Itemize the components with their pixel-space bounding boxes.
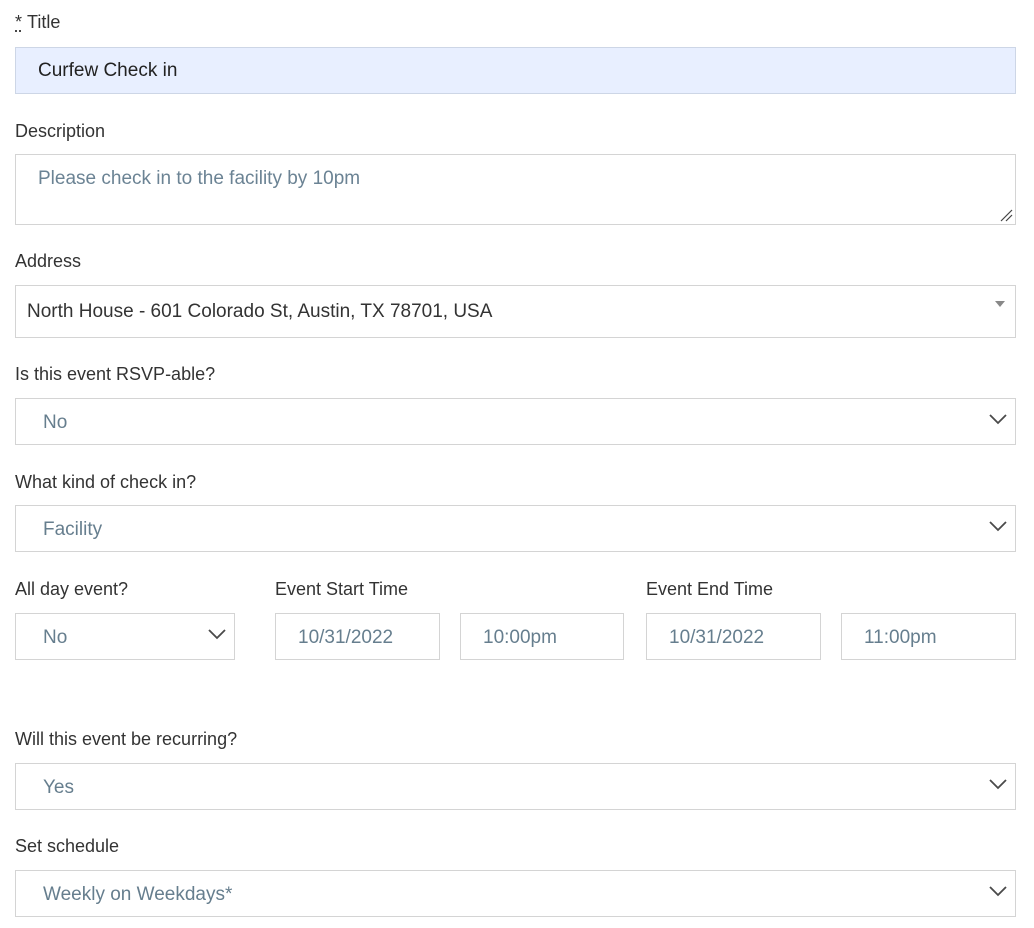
end-time-label: Event End Time (646, 579, 774, 599)
checkin-type-label: What kind of check in? (15, 472, 197, 492)
all-day-select[interactable]: No (15, 613, 235, 660)
rsvp-select[interactable]: No (15, 398, 1016, 445)
chevron-down-icon (208, 629, 226, 640)
start-time-input[interactable]: 10:00pm (460, 613, 624, 660)
rsvp-label: Is this event RSVP-able? (15, 364, 216, 384)
required-mark: * (15, 12, 23, 32)
recurring-value: Yes (43, 777, 74, 798)
checkin-type-value: Facility (43, 519, 103, 540)
title-input[interactable]: Curfew Check in (15, 47, 1016, 94)
end-time-input[interactable]: 11:00pm (841, 613, 1016, 660)
chevron-down-icon (989, 414, 1007, 425)
chevron-down-icon (989, 779, 1007, 790)
start-time-label: Event Start Time (275, 579, 409, 599)
end-date-value: 10/31/2022 (669, 627, 765, 648)
schedule-label: Set schedule (15, 836, 120, 856)
schedule-value: Weekly on Weekdays* (43, 884, 233, 905)
address-value: North House - 601 Colorado St, Austin, T… (27, 301, 493, 322)
caret-down-icon (995, 301, 1005, 307)
address-label: Address (15, 251, 82, 271)
all-day-value: No (43, 627, 68, 648)
description-value: Please check in to the facility by 10pm (38, 168, 361, 189)
chevron-down-icon (989, 886, 1007, 897)
start-time-value: 10:00pm (483, 627, 557, 648)
checkin-type-select[interactable]: Facility (15, 505, 1016, 552)
end-time-value: 11:00pm (864, 627, 937, 648)
resize-handle-icon[interactable] (999, 208, 1013, 222)
chevron-down-icon (989, 521, 1007, 532)
title-label: * Title (15, 12, 61, 32)
schedule-select[interactable]: Weekly on Weekdays* (15, 870, 1016, 917)
description-label: Description (15, 121, 106, 141)
start-date-input[interactable]: 10/31/2022 (275, 613, 440, 660)
address-select[interactable]: North House - 601 Colorado St, Austin, T… (15, 285, 1016, 338)
description-textarea[interactable]: Please check in to the facility by 10pm (15, 154, 1016, 225)
title-input-value: Curfew Check in (38, 60, 178, 81)
all-day-label: All day event? (15, 579, 129, 599)
recurring-select[interactable]: Yes (15, 763, 1016, 810)
rsvp-value: No (43, 412, 68, 433)
recurring-label: Will this event be recurring? (15, 729, 238, 749)
end-date-input[interactable]: 10/31/2022 (646, 613, 821, 660)
start-date-value: 10/31/2022 (298, 627, 394, 648)
